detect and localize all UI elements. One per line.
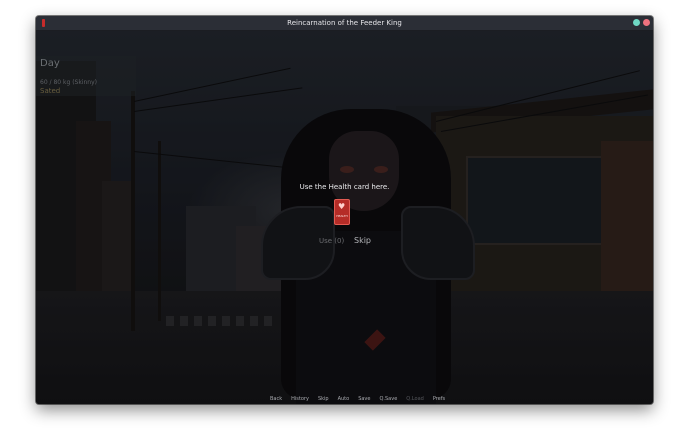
quick-menu-prefs[interactable]: Prefs xyxy=(433,395,445,403)
hunger-status: Sated xyxy=(40,87,61,95)
close-button[interactable] xyxy=(643,19,650,26)
time-of-day: Day xyxy=(40,58,60,69)
weight-readout: 60 / 80 kg (Skinny) xyxy=(40,79,97,86)
maximize-button[interactable] xyxy=(633,19,640,26)
quick-menu-qload: Q.Load xyxy=(406,396,424,402)
game-viewport[interactable]: Day 60 / 80 kg (Skinny) Sated Use the He… xyxy=(36,31,653,404)
title-bar[interactable]: Reincarnation of the Feeder King xyxy=(36,16,653,31)
quick-menu-skip[interactable]: Skip xyxy=(318,395,329,403)
health-card-icon[interactable]: ♥ HEALTH xyxy=(334,199,350,225)
quick-menu-history[interactable]: History xyxy=(291,395,309,403)
card-label: HEALTH xyxy=(336,214,348,218)
quick-menu-qsave[interactable]: Q.Save xyxy=(379,395,397,403)
use-card-button[interactable]: Use (0) xyxy=(319,237,344,246)
window-title: Reincarnation of the Feeder King xyxy=(287,19,402,27)
skip-button[interactable]: Skip xyxy=(354,236,371,246)
quick-menu-save[interactable]: Save xyxy=(358,395,370,403)
quick-menu: Back History Skip Auto Save Q.Save Q.Loa… xyxy=(270,395,445,403)
prompt-text: Use the Health card here. xyxy=(299,183,390,191)
quick-menu-auto[interactable]: Auto xyxy=(338,395,350,403)
heart-icon: ♥ xyxy=(338,202,346,211)
game-window: Reincarnation of the Feeder King Day 60 … xyxy=(36,16,653,404)
quick-menu-back[interactable]: Back xyxy=(270,395,282,403)
